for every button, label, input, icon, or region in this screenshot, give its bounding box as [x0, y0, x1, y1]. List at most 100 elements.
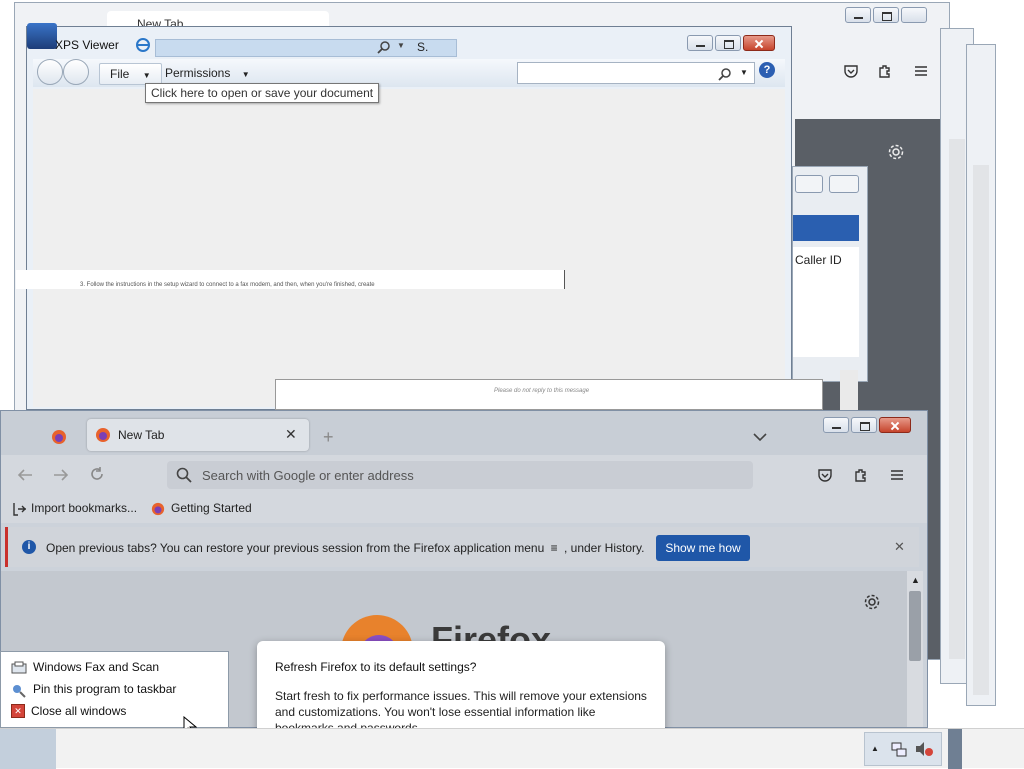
dialog-title: Refresh Firefox to its default settings?	[275, 660, 477, 674]
getting-started-label: Getting Started	[171, 501, 252, 516]
url-placeholder: Search with Google or enter address	[202, 468, 414, 483]
session-restore-notification: i Open previous tabs? You can restore yo…	[5, 527, 919, 567]
back-button[interactable]	[37, 59, 63, 85]
show-me-how-button[interactable]: Show me how	[656, 535, 750, 561]
import-bookmarks-label: Import bookmarks...	[31, 501, 138, 516]
page-scrollbar[interactable]: ▲	[907, 571, 923, 727]
address-suffix: S.	[417, 40, 429, 54]
firefox-tab-icon[interactable]	[51, 429, 67, 445]
background-toolbar	[795, 53, 935, 93]
email-scrollbar[interactable]	[840, 370, 858, 410]
url-bar[interactable]: Search with Google or enter address	[167, 461, 753, 489]
app-menu-icon[interactable]	[913, 63, 929, 79]
jump-list-app-label: Windows Fax and Scan	[33, 660, 160, 674]
bookmarks-toolbar: Import bookmarks... Getting Started	[1, 495, 927, 523]
close-all-windows-item[interactable]: ✕ Close all windows	[11, 701, 126, 721]
extensions-icon[interactable]	[853, 467, 869, 483]
list-all-tabs-icon[interactable]	[753, 429, 767, 443]
address-field[interactable]	[155, 39, 457, 57]
notification-main-text: Open previous tabs? You can restore your…	[46, 541, 545, 555]
caller-id-column-header[interactable]: Caller ID	[795, 253, 842, 267]
pin-to-taskbar-item[interactable]: Pin this program to taskbar	[11, 679, 176, 699]
tab-label: New Tab	[118, 428, 165, 442]
search-dropdown-icon[interactable]: ▼	[740, 68, 748, 77]
navigation-bar: Search with Google or enter address	[1, 455, 927, 495]
pocket-icon[interactable]	[843, 63, 859, 79]
minimize-button[interactable]	[823, 417, 849, 433]
forward-arrow-icon[interactable]	[53, 467, 69, 482]
email-preview-fragment: Please do not reply to this message	[275, 379, 823, 410]
search-icon[interactable]	[377, 39, 391, 54]
pin-icon	[11, 679, 27, 699]
maximize-button[interactable]	[873, 7, 899, 23]
scroll-up-arrow[interactable]: ▲	[911, 575, 920, 585]
pin-label: Pin this program to taskbar	[33, 682, 177, 696]
maximize-button[interactable]	[715, 35, 741, 51]
refresh-firefox-dialog: Refresh Firefox to its default settings?…	[257, 641, 665, 741]
fax-close-button[interactable]	[829, 175, 859, 193]
ie-icon	[135, 37, 151, 53]
forward-button[interactable]	[63, 59, 89, 85]
settings-gear-icon[interactable]	[887, 143, 905, 161]
menu-glyph: ≡	[550, 541, 558, 555]
email-footer: Please do not reply to this message	[494, 388, 590, 394]
search-icon	[176, 467, 192, 483]
document-page-fragment: 3. Follow the instructions in the setup …	[16, 270, 565, 289]
minimize-button[interactable]	[687, 35, 713, 51]
network-icon[interactable]	[891, 741, 907, 757]
permissions-menu-button[interactable]: Permissions ▼	[165, 63, 250, 83]
background-window-3	[966, 44, 996, 706]
scrollbar[interactable]	[949, 139, 965, 659]
scrollbar[interactable]	[973, 165, 989, 695]
close-button[interactable]	[901, 7, 927, 23]
close-notification-icon[interactable]: ✕	[894, 539, 905, 555]
new-tab-icon[interactable]: +	[323, 427, 334, 448]
close-button[interactable]	[879, 417, 911, 433]
xps-app-icon	[27, 23, 57, 49]
close-tab-icon[interactable]: ✕	[285, 426, 297, 443]
jump-list-app-item[interactable]: Windows Fax and Scan	[11, 657, 159, 677]
fax-maximize-button[interactable]	[795, 175, 823, 193]
chevron-down-icon: ▼	[142, 71, 151, 80]
back-arrow-icon[interactable]	[17, 467, 33, 482]
extensions-icon[interactable]	[877, 63, 893, 79]
close-all-label: Close all windows	[31, 704, 127, 718]
xps-viewer-window: XPS Viewer ▼ S. File ▼ Permissions ▼ ▼ ?	[26, 23, 792, 410]
import-icon	[13, 501, 27, 516]
settings-gear-icon[interactable]	[863, 593, 881, 611]
file-menu-tooltip: Click here to open or save your document	[145, 83, 380, 103]
firefox-icon	[151, 501, 165, 516]
file-menu-label: File	[110, 67, 130, 81]
reload-icon[interactable]	[89, 466, 105, 482]
volume-muted-icon[interactable]	[915, 741, 933, 757]
fax-header-bar	[793, 215, 859, 241]
document-search-input[interactable]: ▼	[517, 62, 755, 84]
taskbar-app-button[interactable]	[0, 729, 56, 769]
maximize-button[interactable]	[851, 417, 877, 433]
file-menu-button[interactable]: File ▼	[99, 63, 162, 85]
show-desktop-button[interactable]	[948, 729, 962, 769]
notification-text: Open previous tabs? You can restore your…	[46, 541, 644, 555]
app-menu-icon[interactable]	[889, 467, 905, 483]
fax-list: Caller ID	[793, 247, 859, 357]
close-windows-icon: ✕	[11, 704, 25, 718]
fax-scan-icon	[11, 657, 27, 677]
search-icon[interactable]	[718, 66, 732, 81]
taskbar: ▲	[0, 728, 1024, 769]
document-area	[33, 89, 785, 407]
minimize-button[interactable]	[845, 7, 871, 23]
getting-started-bookmark[interactable]: Getting Started	[151, 501, 252, 516]
window-title: XPS Viewer	[55, 38, 119, 52]
pocket-icon[interactable]	[817, 467, 833, 483]
close-button[interactable]	[743, 35, 775, 51]
permissions-menu-label: Permissions	[165, 66, 231, 80]
fax-scan-window: Caller ID	[792, 166, 868, 382]
scroll-thumb[interactable]	[909, 591, 921, 661]
import-bookmarks-button[interactable]: Import bookmarks...	[13, 501, 137, 516]
notification-suffix-text: , under History.	[563, 541, 645, 555]
chevron-down-icon: ▼	[241, 70, 250, 79]
address-dropdown-icon[interactable]: ▼	[397, 41, 405, 50]
help-icon[interactable]: ?	[759, 62, 775, 78]
tab-new-tab[interactable]: New Tab ✕	[87, 419, 309, 451]
tray-expand-icon[interactable]: ▲	[871, 744, 879, 753]
